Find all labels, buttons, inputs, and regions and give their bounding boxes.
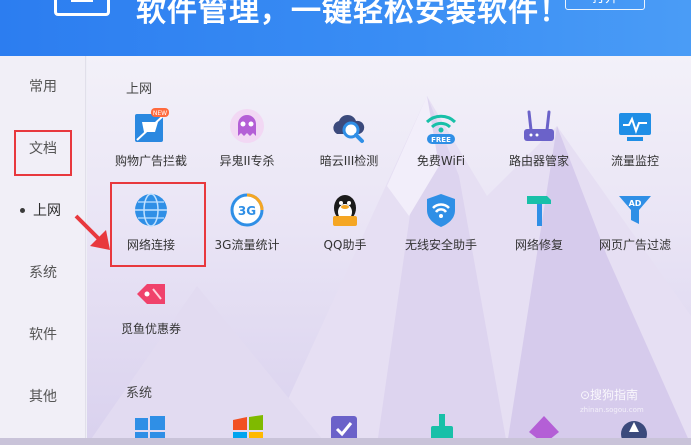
- app-cloud-scan[interactable]: 暗云III检测: [299, 108, 399, 182]
- app-network-repair[interactable]: 网络修复: [489, 192, 589, 266]
- app-logo-icon: [54, 0, 110, 16]
- shopping-ad-block-icon: NEW: [135, 108, 169, 142]
- app-ad-filter[interactable]: AD 网页广告过滤: [585, 192, 685, 266]
- qq-penguin-icon: [333, 195, 357, 226]
- section-title-system: 系统: [126, 386, 153, 401]
- new-badge: NEW: [153, 110, 167, 117]
- coupon-tag-icon: [137, 284, 165, 304]
- network-connection-highlight-box: [110, 182, 206, 267]
- header-title: 软件管理，一键轻松安装软件！: [136, 0, 570, 29]
- 3g-badge: 3G: [238, 204, 256, 218]
- app-qq-assistant[interactable]: QQ助手: [295, 192, 395, 266]
- wifi-shield-icon: [427, 194, 455, 227]
- sidebar-item-label: 其他: [29, 389, 57, 405]
- app-coupon[interactable]: 觅鱼优惠券: [101, 276, 201, 350]
- app-router-manager[interactable]: 路由器管家: [489, 108, 589, 182]
- traffic-monitor-icon: [619, 113, 651, 141]
- watermark-url: zhinan.sogou.com: [580, 406, 644, 414]
- ad-filter-icon: AD: [619, 196, 651, 224]
- router-icon: [524, 110, 554, 141]
- app-label: 3G流量统计: [214, 238, 280, 252]
- app-3g-traffic[interactable]: 3G 3G流量统计: [197, 192, 297, 266]
- app-label: 无线安全助手: [404, 238, 477, 252]
- sidebar-item-software[interactable]: 软件: [0, 304, 86, 366]
- app-label: 觅鱼优惠券: [120, 322, 181, 336]
- sidebar-item-common[interactable]: 常用: [0, 56, 86, 118]
- app-ghost-killer[interactable]: 异鬼II专杀: [197, 108, 297, 182]
- open-button[interactable]: 打开: [565, 0, 645, 10]
- hammer-icon: [527, 196, 551, 226]
- sidebar-item-other[interactable]: 其他: [0, 366, 86, 428]
- free-badge: FREE: [431, 136, 451, 144]
- app-traffic-monitor[interactable]: 流量监控: [585, 108, 685, 182]
- watermark: ⊙搜狗指南: [580, 388, 639, 402]
- sidebar-item-label: 上网: [33, 203, 61, 219]
- sidebar-highlight-box: [14, 130, 72, 176]
- app-wifi-security[interactable]: 无线安全助手: [391, 192, 491, 266]
- active-dot-icon: [20, 208, 25, 213]
- sidebar-item-label: 系统: [29, 265, 57, 281]
- free-wifi-icon: FREE: [425, 114, 457, 144]
- bottom-bar: [0, 438, 691, 445]
- app-label: 流量监控: [610, 154, 659, 168]
- 3g-icon: 3G: [230, 193, 264, 227]
- app-label: 异鬼II专杀: [219, 154, 275, 168]
- app-label: 网页广告过滤: [598, 238, 671, 252]
- header-banner: 软件管理，一键轻松安装软件！ 打开: [0, 0, 691, 56]
- app-shopping-ad-block[interactable]: NEW 购物广告拦截: [101, 108, 201, 182]
- app-label: 免费WiFi: [416, 154, 466, 168]
- section-title-internet: 上网: [126, 82, 153, 97]
- red-arrow-icon: [74, 214, 110, 250]
- sidebar-item-label: 软件: [29, 327, 57, 343]
- cloud-scan-icon: [333, 114, 365, 143]
- sidebar-item-label: 常用: [29, 79, 57, 95]
- app-free-wifi[interactable]: FREE 免费WiFi: [391, 108, 491, 182]
- ad-badge: AD: [629, 199, 642, 208]
- ghost-icon: [230, 109, 264, 143]
